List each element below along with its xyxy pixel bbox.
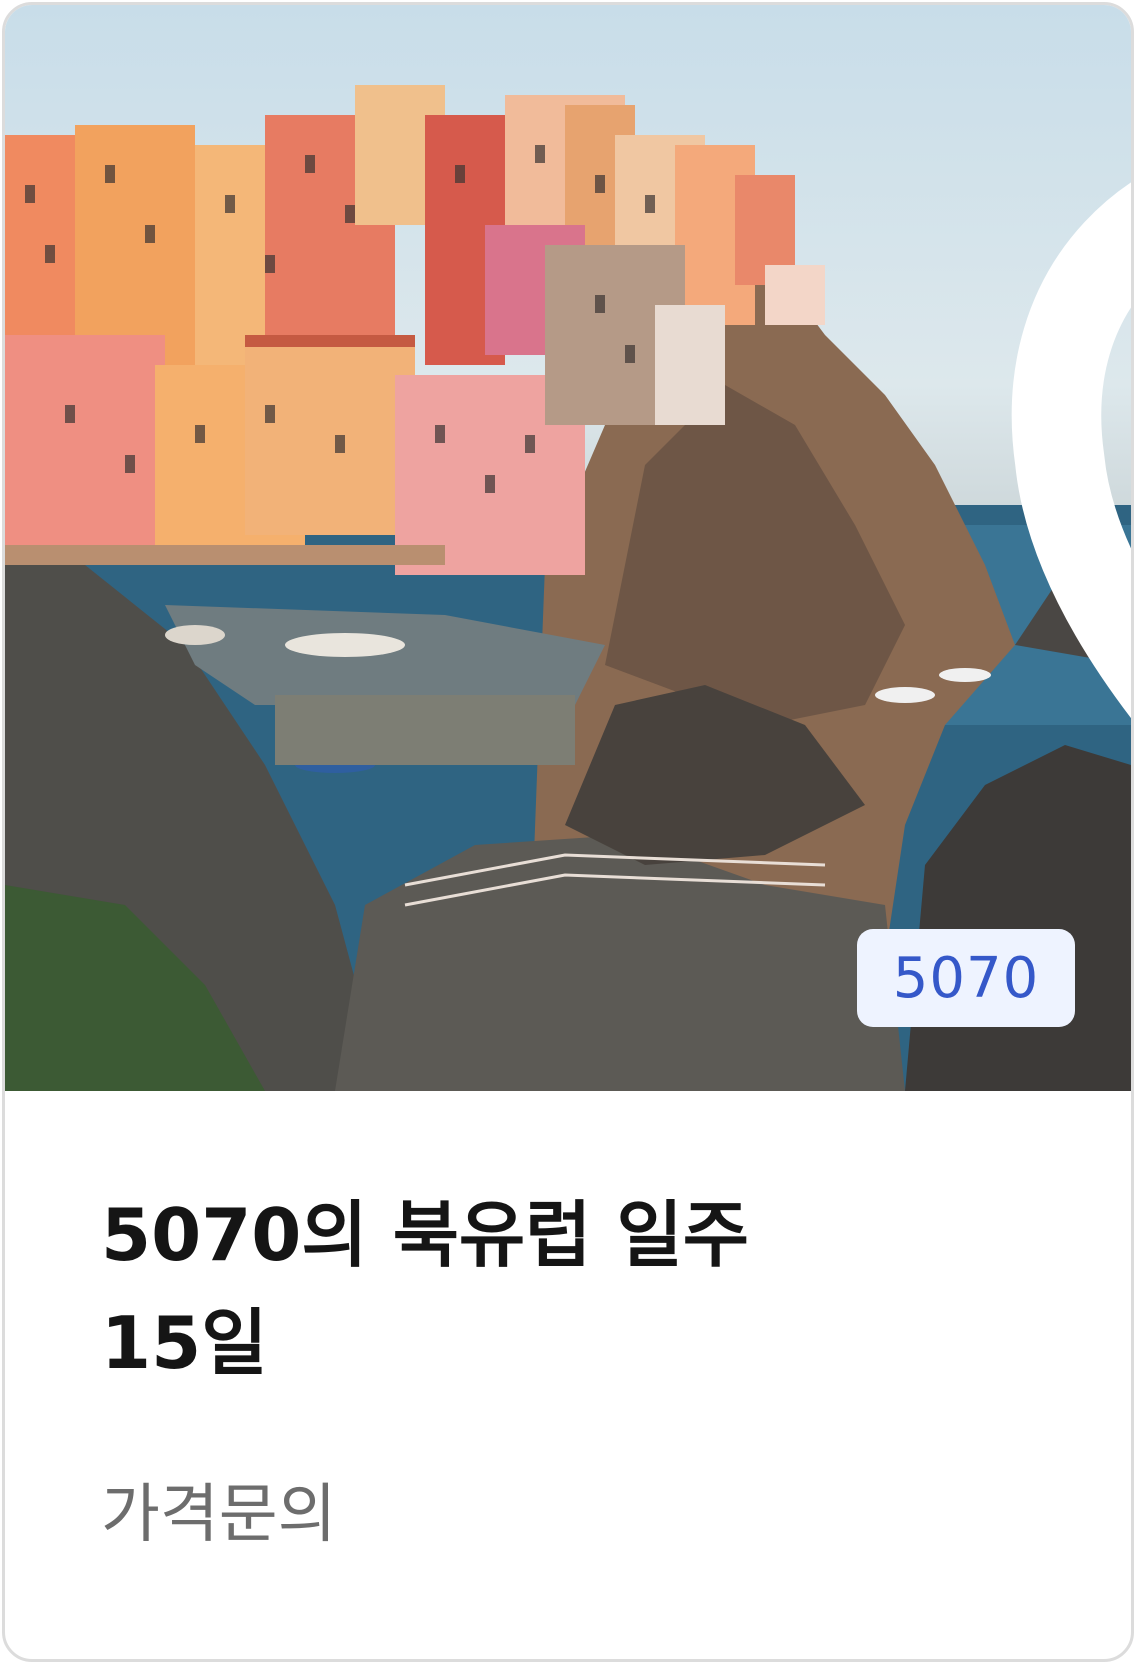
product-title-line2: 15일 — [101, 1301, 268, 1385]
price-inquiry-text: 가격문의 — [101, 1478, 337, 1552]
product-card[interactable]: 5070 5070의 북유럽 일주 15일 가격문의 — [2, 2, 1134, 1662]
product-image[interactable]: 5070 — [5, 5, 1131, 1091]
product-title-line1: 5070의 북유럽 일주 — [101, 1193, 749, 1277]
favorite-heart-icon[interactable] — [983, 71, 1131, 718]
age-group-badge: 5070 — [857, 929, 1075, 1027]
product-title[interactable]: 5070의 북유럽 일주 15일 — [101, 1181, 1001, 1397]
